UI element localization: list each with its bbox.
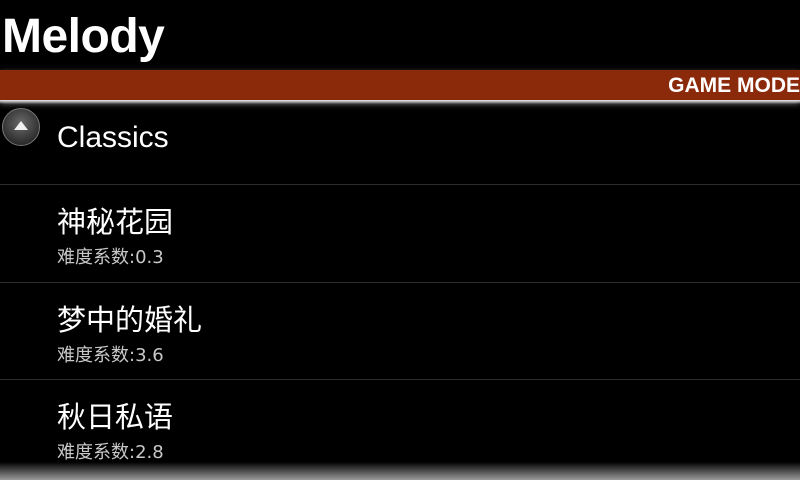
section-label: Classics bbox=[57, 121, 169, 154]
chevron-up-circle-icon[interactable] bbox=[2, 108, 40, 146]
song-difficulty: 难度系数:0.3 bbox=[57, 247, 164, 268]
song-title: 秋日私语 bbox=[57, 400, 174, 434]
screen: Melody GAME MODE Classics 神秘花园 难度系数:0.3 … bbox=[0, 0, 800, 480]
game-mode-label[interactable]: GAME MODE bbox=[668, 74, 800, 98]
list-item[interactable]: 神秘花园 难度系数:0.3 bbox=[0, 185, 800, 282]
song-list: Classics 神秘花园 难度系数:0.3 梦中的婚礼 难度系数:3.6 秋日… bbox=[0, 104, 800, 464]
app-title: Melody bbox=[2, 10, 165, 63]
song-title: 神秘花园 bbox=[57, 205, 174, 239]
bottom-edge-fade bbox=[0, 462, 800, 480]
mode-bar: GAME MODE bbox=[0, 70, 800, 100]
song-title: 梦中的婚礼 bbox=[57, 303, 203, 337]
song-difficulty: 难度系数:2.8 bbox=[57, 442, 164, 463]
section-header-classics[interactable]: Classics bbox=[0, 104, 800, 184]
song-difficulty: 难度系数:3.6 bbox=[57, 345, 164, 366]
list-item[interactable]: 梦中的婚礼 难度系数:3.6 bbox=[0, 283, 800, 380]
